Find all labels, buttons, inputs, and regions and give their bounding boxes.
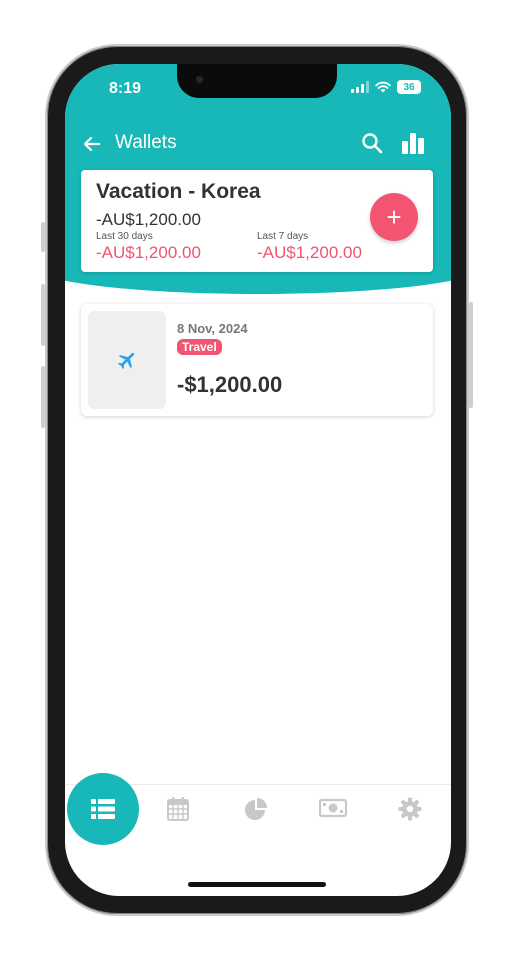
- add-transaction-button[interactable]: +: [370, 193, 418, 241]
- calendar-icon[interactable]: [167, 797, 189, 821]
- last-7-days-label: Last 7 days: [257, 231, 309, 242]
- volume-down-button: [41, 366, 45, 428]
- status-icons: 36: [351, 80, 421, 94]
- bar-chart-icon[interactable]: [401, 132, 425, 154]
- signal-icon: [351, 81, 369, 93]
- transaction-thumbnail: [88, 311, 166, 409]
- volume-up-button: [41, 284, 45, 346]
- home-indicator[interactable]: [188, 882, 326, 887]
- transaction-amount: -$1,200.00: [177, 372, 283, 397]
- category-badge: Travel: [177, 339, 222, 355]
- transaction-card[interactable]: 8 Nov, 2024 Travel -$1,200.00: [81, 304, 433, 416]
- mute-switch: [41, 222, 45, 252]
- nav-item-transactions[interactable]: [67, 773, 139, 845]
- gear-icon[interactable]: [398, 797, 422, 821]
- search-icon[interactable]: [361, 132, 383, 154]
- wallet-summary-card[interactable]: Vacation - Korea -AU$1,200.00 Last 30 da…: [81, 170, 433, 272]
- status-time: 8:19: [109, 80, 142, 97]
- app-bar: Wallets: [65, 130, 451, 160]
- battery-icon: 36: [397, 80, 421, 94]
- wallet-balance: -AU$1,200.00: [96, 210, 201, 229]
- last-7-days-value: -AU$1,200.00: [257, 243, 362, 262]
- wallet-name: Vacation - Korea: [96, 180, 261, 203]
- airplane-icon: [117, 352, 135, 370]
- page-title: Wallets: [115, 132, 177, 153]
- list-icon: [91, 799, 115, 819]
- screen: 8:19 36 Wallets Vacation - Korea -AU$1,2…: [65, 64, 451, 896]
- transaction-date: 8 Nov, 2024: [177, 321, 248, 336]
- arrow-left-icon[interactable]: [82, 134, 102, 154]
- last-30-days-value: -AU$1,200.00: [96, 243, 201, 262]
- pie-chart-icon[interactable]: [244, 797, 268, 821]
- power-button: [469, 302, 473, 408]
- camera-icon: [196, 76, 203, 83]
- last-30-days-label: Last 30 days: [96, 231, 153, 242]
- wifi-icon: [375, 81, 391, 93]
- money-icon[interactable]: [319, 797, 347, 819]
